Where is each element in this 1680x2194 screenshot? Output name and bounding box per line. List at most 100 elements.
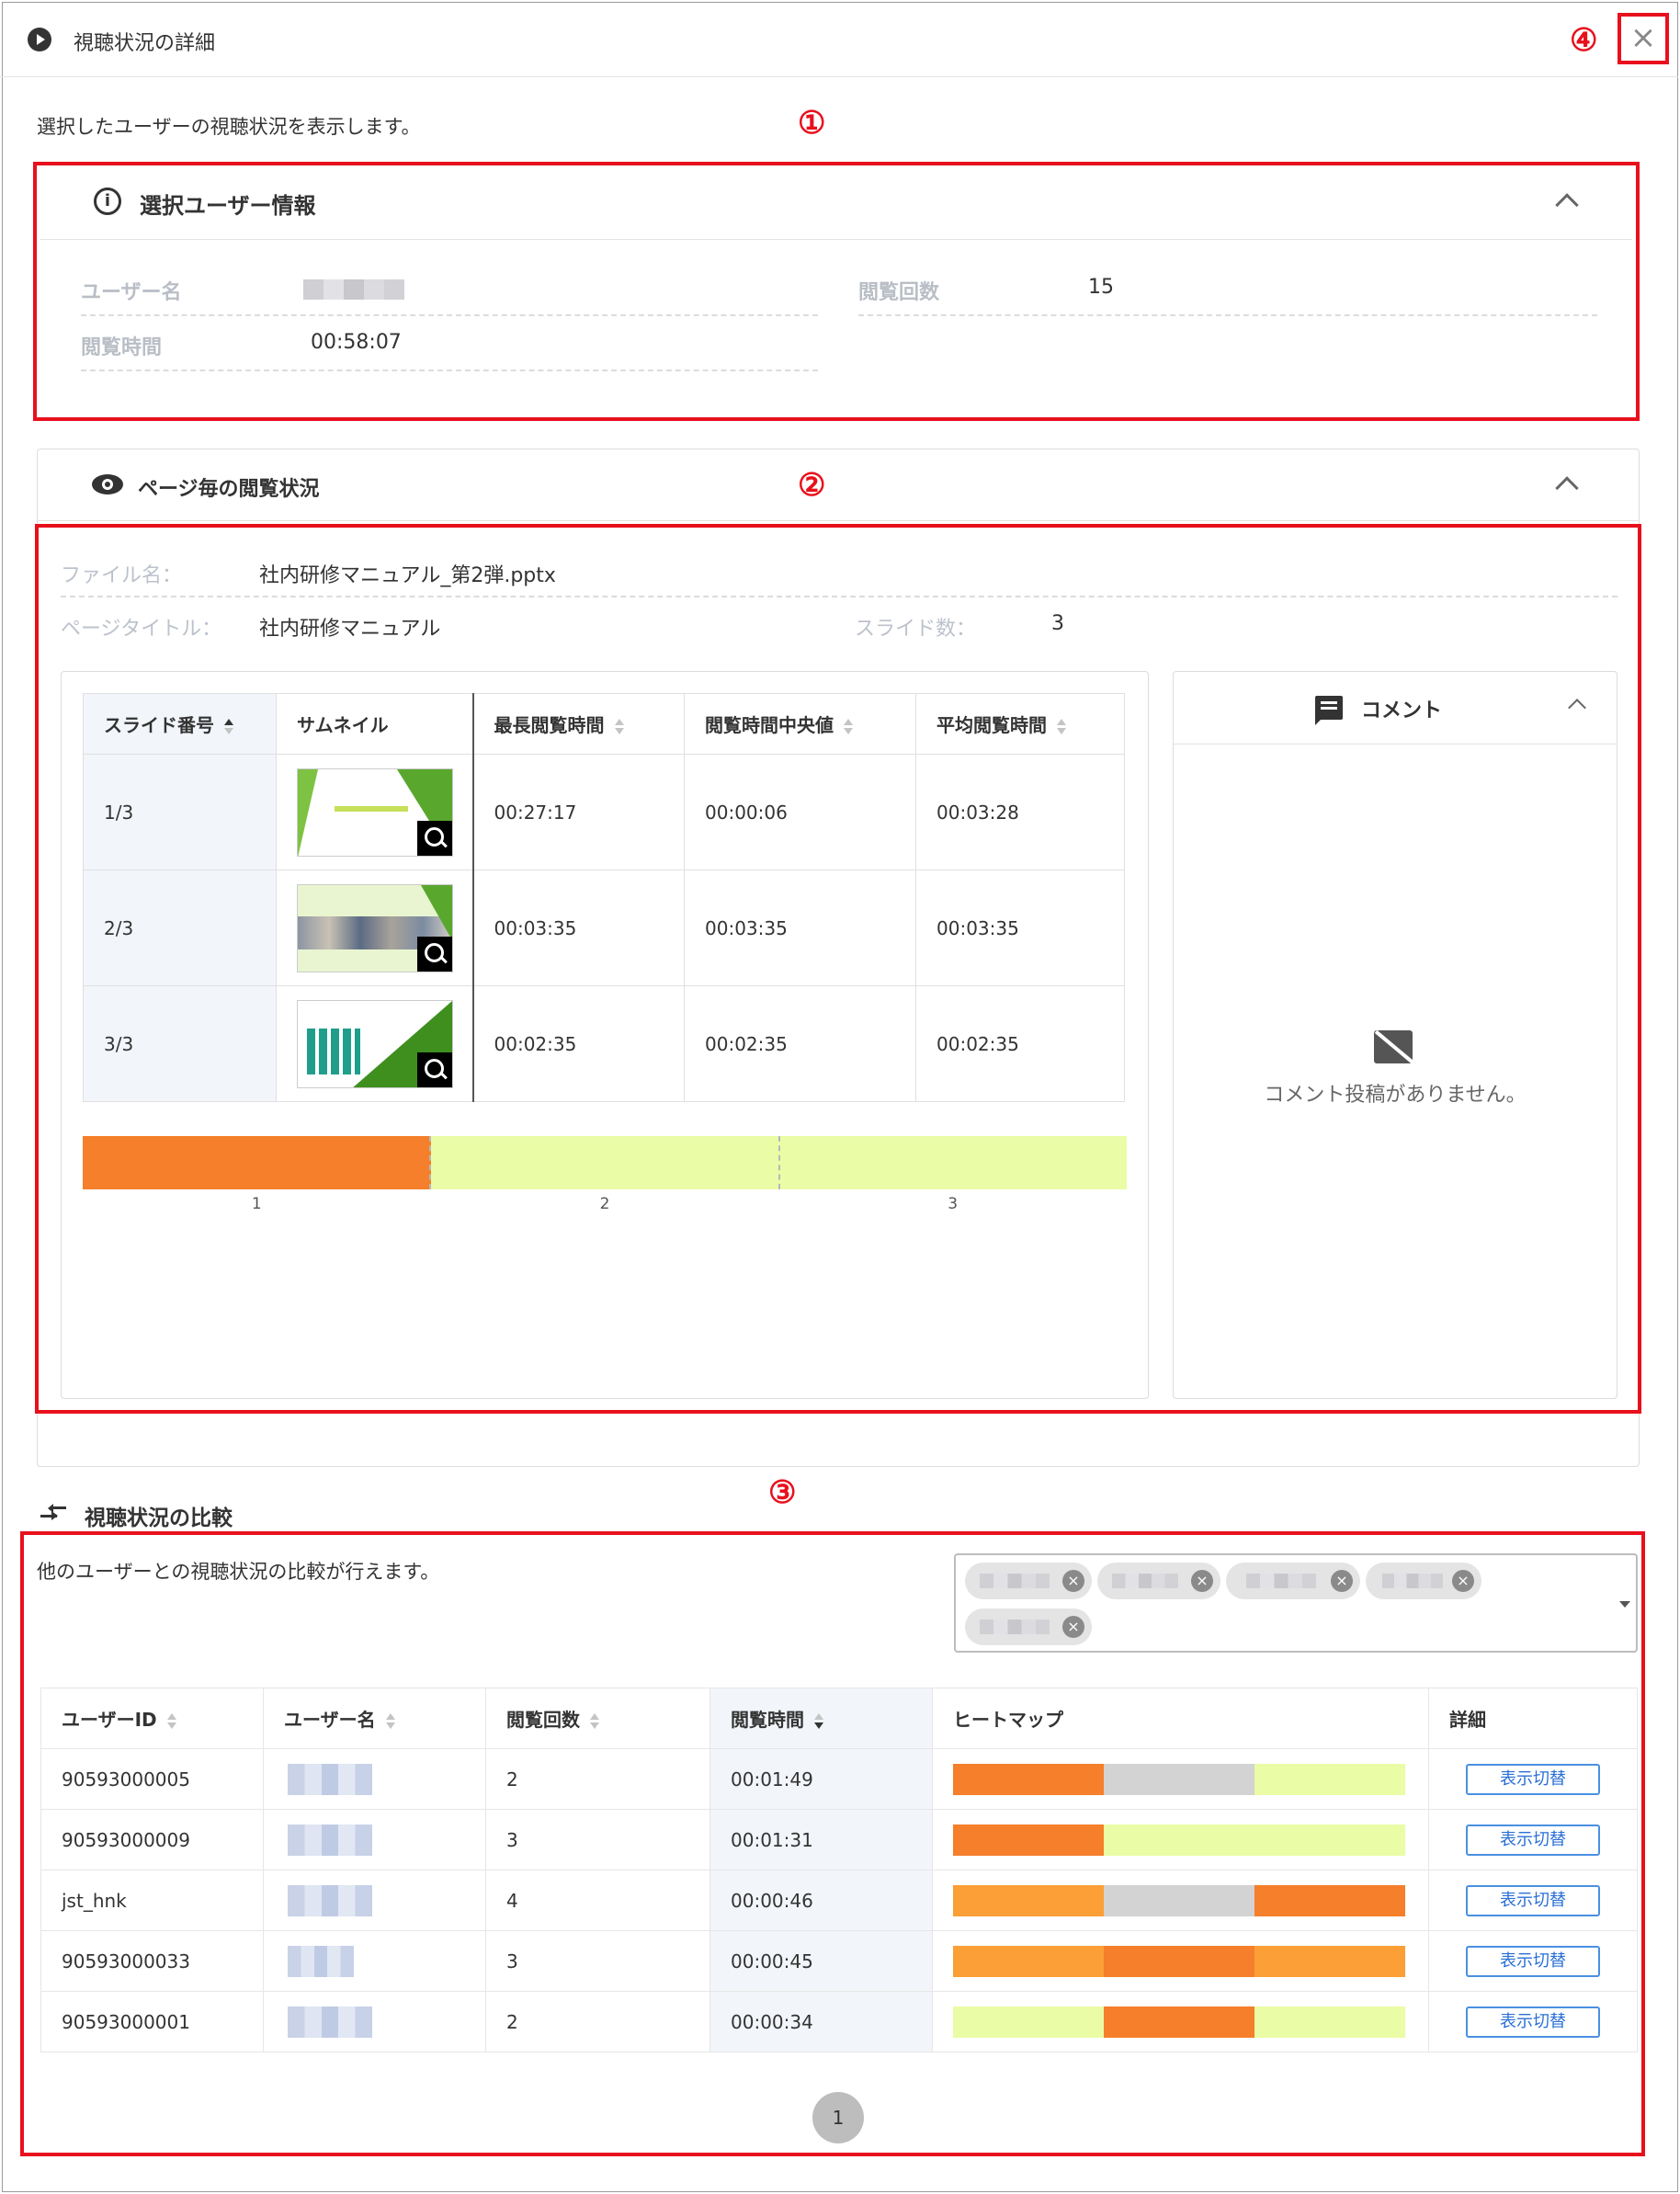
divider bbox=[40, 239, 1632, 240]
heatmap-label: 2 bbox=[599, 1195, 610, 1213]
toggle-display-button[interactable]: 表示切替 bbox=[1466, 1763, 1600, 1795]
view-count-label: 閲覧回数 bbox=[858, 281, 940, 304]
slide-number: 3/3 bbox=[83, 985, 277, 1102]
heatmap-cell bbox=[932, 1991, 1429, 2052]
user-heatmap[interactable] bbox=[953, 1884, 1405, 1916]
max-time: 00:27:17 bbox=[472, 754, 685, 870]
toggle-display-button[interactable]: 表示切替 bbox=[1466, 1884, 1600, 1916]
thumbnail-cell bbox=[276, 985, 474, 1102]
sort-icon[interactable] bbox=[1056, 718, 1067, 735]
zoom-icon[interactable] bbox=[417, 820, 452, 856]
compare-table-header: ユーザーID ユーザー名 閲覧回数 閲覧時間 ヒートマップ 詳細 bbox=[40, 1688, 1638, 1749]
col-median-time[interactable]: 閲覧時間中央値 bbox=[684, 693, 916, 755]
user-heatmap[interactable] bbox=[953, 2006, 1405, 2038]
heatmap-segment bbox=[1254, 1945, 1405, 1977]
collapse-user-info-icon[interactable] bbox=[1555, 193, 1579, 217]
toggle-display-button[interactable]: 表示切替 bbox=[1466, 1824, 1600, 1856]
heatmap-segment bbox=[1254, 1884, 1405, 1916]
user-info-panel: i 選択ユーザー情報 ユーザー名 閲覧回数 15 閲覧時間 00:58:07 bbox=[40, 169, 1632, 414]
sort-icon[interactable] bbox=[813, 1712, 824, 1730]
detail-cell: 表示切替 bbox=[1428, 1870, 1638, 1931]
user-heatmap[interactable] bbox=[953, 1763, 1405, 1795]
toggle-display-button[interactable]: 表示切替 bbox=[1466, 2006, 1600, 2038]
median-time: 00:00:06 bbox=[684, 754, 916, 870]
remove-chip-icon[interactable]: × bbox=[1191, 1570, 1213, 1592]
sort-icon[interactable] bbox=[614, 718, 625, 735]
user-name-value bbox=[288, 2006, 372, 2038]
slide-thumbnail[interactable] bbox=[297, 999, 453, 1088]
col-view-count[interactable]: 閲覧回数 bbox=[485, 1688, 710, 1749]
remove-chip-icon[interactable]: × bbox=[1062, 1570, 1084, 1592]
slide-row: 2/3 00:03:35 00:03:35 00:03:35 bbox=[83, 870, 1125, 986]
heatmap-segment[interactable] bbox=[779, 1136, 1127, 1189]
user-info-title: 選択ユーザー情報 bbox=[140, 193, 316, 219]
slide-thumbnail[interactable] bbox=[297, 767, 453, 857]
user-id: 90593000009 bbox=[40, 1809, 264, 1870]
slide-count-value: 3 bbox=[1051, 612, 1064, 635]
user-heatmap[interactable] bbox=[953, 1824, 1405, 1856]
col-user-id[interactable]: ユーザーID bbox=[40, 1688, 264, 1749]
user-name-value bbox=[288, 1763, 372, 1795]
toggle-display-button[interactable]: 表示切替 bbox=[1466, 1945, 1600, 1977]
heatmap-segment bbox=[953, 1884, 1104, 1916]
user-heatmap[interactable] bbox=[953, 1945, 1405, 1977]
dialog-description: 選択したユーザーの視聴状況を表示します。 bbox=[37, 116, 421, 138]
user-name-value bbox=[288, 1824, 372, 1856]
remove-chip-icon[interactable]: × bbox=[1062, 1616, 1084, 1638]
divider bbox=[37, 520, 1640, 521]
zoom-icon[interactable] bbox=[417, 1052, 452, 1087]
heatmap-label: 1 bbox=[251, 1195, 262, 1213]
avg-time: 00:03:28 bbox=[915, 754, 1125, 870]
avg-time: 00:03:35 bbox=[915, 870, 1125, 986]
close-icon[interactable]: × bbox=[1621, 17, 1665, 61]
view-time: 00:00:45 bbox=[709, 1930, 933, 1992]
col-view-time[interactable]: 閲覧時間 bbox=[709, 1688, 933, 1749]
eye-icon bbox=[92, 474, 123, 495]
compare-arrows-icon bbox=[40, 1504, 66, 1522]
view-time: 00:01:49 bbox=[709, 1748, 933, 1810]
no-comment-icon bbox=[1374, 1029, 1414, 1064]
divider bbox=[61, 596, 1618, 597]
sort-icon[interactable] bbox=[385, 1712, 396, 1730]
selected-user-chip: × bbox=[965, 1563, 1092, 1599]
divider bbox=[858, 314, 1597, 316]
slide-thumbnail[interactable] bbox=[297, 883, 453, 972]
sort-icon[interactable] bbox=[166, 1712, 177, 1730]
dropdown-arrow-icon[interactable] bbox=[1619, 1601, 1630, 1608]
view-count: 4 bbox=[485, 1870, 710, 1931]
annotation-2: ② bbox=[798, 467, 826, 504]
zoom-icon[interactable] bbox=[417, 936, 452, 972]
remove-chip-icon[interactable]: × bbox=[1452, 1570, 1474, 1592]
pagination-page-1[interactable]: 1 bbox=[812, 2092, 864, 2143]
heatmap-segment bbox=[1254, 1824, 1405, 1856]
no-comment-text: コメント投稿がありません。 bbox=[1264, 1084, 1527, 1107]
col-user-name[interactable]: ユーザー名 bbox=[263, 1688, 486, 1749]
heatmap-cell bbox=[932, 1748, 1429, 1810]
user-id: 90593000033 bbox=[40, 1930, 264, 1992]
col-max-time[interactable]: 最長閲覧時間 bbox=[472, 693, 685, 755]
max-time: 00:03:35 bbox=[472, 870, 685, 986]
divider bbox=[81, 369, 818, 371]
info-icon: i bbox=[94, 188, 121, 215]
comment-card: コメント コメント投稿がありません。 bbox=[1173, 671, 1618, 1399]
user-name-cell bbox=[263, 1809, 486, 1870]
remove-chip-icon[interactable]: × bbox=[1331, 1570, 1353, 1592]
view-count: 3 bbox=[485, 1930, 710, 1992]
col-avg-time[interactable]: 平均閲覧時間 bbox=[915, 693, 1125, 755]
username-label: ユーザー名 bbox=[81, 281, 182, 304]
col-thumbnail: サムネイル bbox=[276, 693, 474, 755]
file-name-label: ファイル名： bbox=[61, 564, 183, 587]
heatmap-segment[interactable] bbox=[431, 1136, 780, 1189]
heatmap-label: 3 bbox=[948, 1195, 959, 1213]
compare-table: ユーザーID ユーザー名 閲覧回数 閲覧時間 ヒートマップ 詳細 9059300… bbox=[40, 1688, 1638, 2052]
file-name-value: 社内研修マニュアル_第2弾.pptx bbox=[259, 564, 556, 587]
user-multiselect[interactable]: × × × × × bbox=[954, 1553, 1638, 1653]
heatmap-segment bbox=[1104, 1824, 1254, 1856]
sort-icon[interactable] bbox=[589, 1712, 600, 1730]
collapse-comment-icon[interactable] bbox=[1568, 699, 1586, 717]
col-slide-number[interactable]: スライド番号 bbox=[83, 693, 277, 755]
sort-icon[interactable] bbox=[223, 718, 234, 735]
close-button[interactable]: × bbox=[1618, 13, 1669, 64]
heatmap-segment[interactable] bbox=[83, 1136, 432, 1189]
sort-icon[interactable] bbox=[843, 718, 854, 735]
